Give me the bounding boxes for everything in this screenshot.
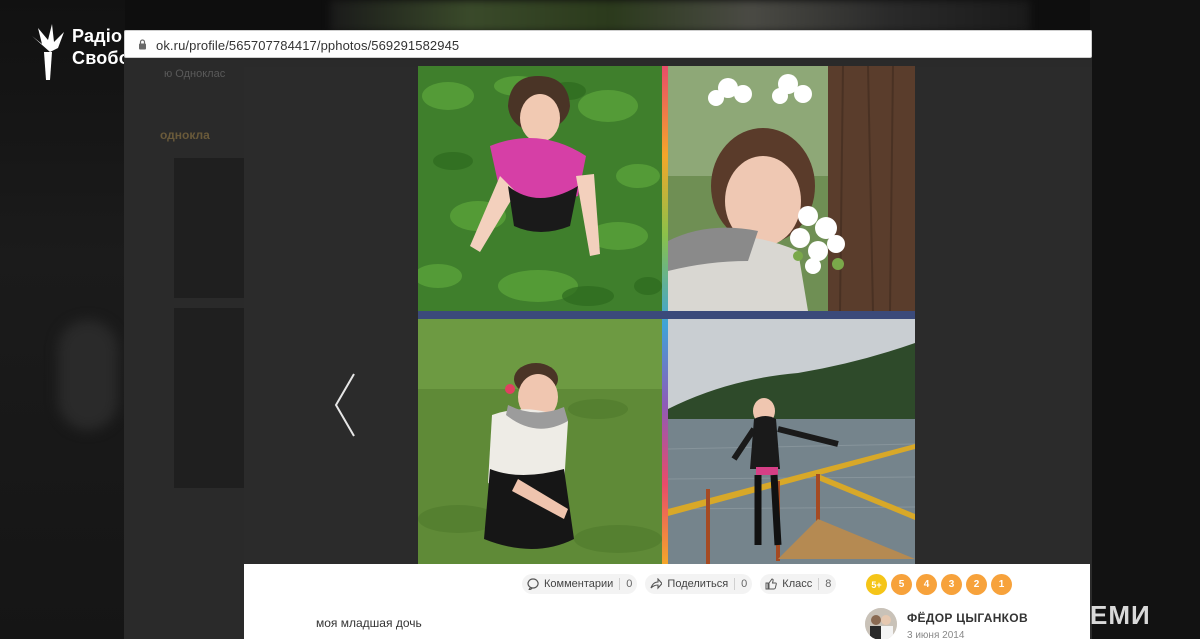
avatar[interactable] — [865, 608, 897, 639]
underlying-site-label: однокла — [160, 128, 210, 142]
blurred-arrow-shape — [58, 320, 118, 430]
rating-5-button[interactable]: 5 — [891, 574, 912, 595]
collage-photo-2 — [668, 66, 915, 311]
blurred-background-top — [330, 0, 1030, 32]
separator — [734, 578, 736, 590]
collage-photo-4 — [668, 319, 915, 564]
author-name[interactable]: ФЁДОР ЦЫГАНКОВ — [907, 611, 1028, 625]
share-button[interactable]: Поделиться 0 — [645, 574, 753, 594]
video-frame: Радіо Свобода ю Одноклас однокла ok.ru/p… — [0, 0, 1200, 639]
lock-icon — [139, 39, 146, 50]
photo-collage[interactable] — [418, 66, 915, 564]
photo-info-panel: Комментарии 0 Поделиться 0 Класс 8 5+ 5 … — [244, 564, 1090, 639]
rating-3-button[interactable]: 3 — [941, 574, 962, 595]
comments-label: Комментарии — [544, 578, 614, 590]
blurred-background-right — [1090, 0, 1200, 639]
like-count: 8 — [825, 578, 832, 590]
share-label: Поделиться — [667, 578, 729, 590]
blurred-background-left — [0, 0, 125, 639]
rating-5-plus-button[interactable]: 5+ — [866, 574, 887, 595]
share-icon — [650, 578, 663, 590]
avatar-photo — [865, 608, 897, 639]
channel-watermark: ЕМИ — [1090, 600, 1151, 630]
photo-green-leaves — [418, 66, 662, 311]
comments-count: 0 — [626, 578, 633, 590]
comments-button[interactable]: Комментарии 0 — [522, 574, 638, 594]
underlying-thumbnail — [174, 158, 244, 298]
photo-caption: моя младшая дочь — [316, 616, 422, 630]
like-button[interactable]: Класс 8 — [760, 574, 837, 594]
rating-4-button[interactable]: 4 — [916, 574, 937, 595]
underlying-nav: ю Одноклас — [164, 68, 226, 80]
collage-divider-horizontal — [418, 311, 915, 319]
rating-1-button[interactable]: 1 — [991, 574, 1012, 595]
photo-actions: Комментарии 0 Поделиться 0 Класс 8 — [522, 574, 837, 594]
photo-grass — [418, 319, 662, 564]
photo-lake-pier — [668, 319, 915, 564]
separator — [619, 578, 621, 590]
photo-flowers-tree — [668, 66, 915, 311]
rating-2-button[interactable]: 2 — [966, 574, 987, 595]
comment-icon — [527, 578, 539, 590]
underlying-thumbnail — [174, 308, 244, 488]
url-text[interactable]: ok.ru/profile/565707784417/pphotos/56929… — [156, 38, 459, 53]
like-label: Класс — [782, 578, 813, 590]
address-bar[interactable]: ok.ru/profile/565707784417/pphotos/56929… — [124, 30, 1092, 58]
collage-photo-3 — [418, 319, 662, 564]
separator — [818, 578, 820, 590]
torch-logo-icon — [32, 24, 64, 80]
photo-date: 3 июня 2014 — [907, 630, 965, 639]
like-icon — [765, 578, 778, 590]
previous-photo-arrow-icon[interactable] — [332, 372, 358, 438]
rating-buttons: 5+ 5 4 3 2 1 — [866, 574, 1012, 595]
collage-photo-1 — [418, 66, 662, 311]
share-count: 0 — [741, 578, 748, 590]
